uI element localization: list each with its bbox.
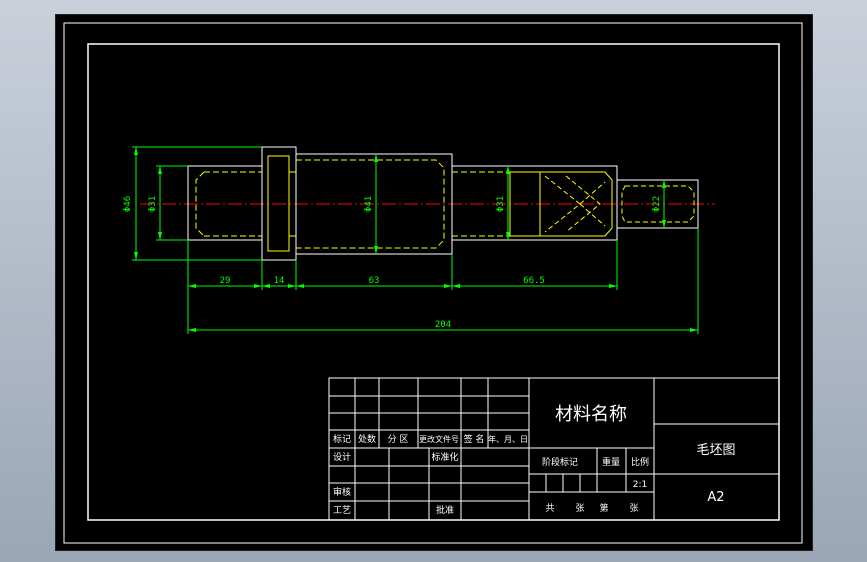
tb-mark: 标记: [333, 433, 351, 445]
tb-signature: 签 名: [464, 433, 485, 445]
tb-material-name: 材料名称: [555, 404, 627, 425]
dim-text-d22: Φ22: [652, 196, 662, 212]
tb-sheets-unit: 张: [575, 503, 584, 514]
sheet-frame: [63, 22, 803, 544]
tb-stage-mark: 阶段标记: [542, 456, 578, 468]
dim-text-len3: 63: [369, 276, 380, 286]
dim-text-d31: Φ31: [148, 196, 158, 212]
dim-text-d41: Φ41: [364, 196, 374, 212]
tb-sheet-no: 第: [599, 502, 608, 514]
tb-zone: 分 区: [388, 434, 409, 445]
tb-change-doc: 更改文件号: [419, 434, 459, 444]
tb-date: 年、月、日: [488, 434, 528, 444]
dim-text-len1: 29: [220, 276, 231, 286]
dim-text-len4: 66.5: [523, 276, 545, 286]
tb-sheet-size: A2: [707, 490, 724, 505]
tb-standardize: 标准化: [431, 451, 458, 463]
dimension-text: Φ46 Φ31 Φ41 Φ31 Φ22 29 14 63 66.5 204: [123, 196, 662, 330]
tb-review: 审核: [333, 486, 351, 498]
tb-ratio: 比例: [631, 456, 649, 468]
dim-text-total: 204: [435, 320, 451, 330]
outer-border: [63, 22, 803, 544]
tb-count: 处数: [358, 433, 376, 445]
shaft-section-right: [451, 165, 618, 241]
tb-weight: 重量: [602, 456, 620, 468]
tb-approve: 批准: [436, 504, 454, 516]
cad-drawing: Φ46 Φ31 Φ41 Φ31 Φ22 29 14 63 66.5 204 标记…: [63, 22, 803, 544]
tb-design: 设计: [333, 451, 351, 463]
tb-process: 工艺: [333, 505, 351, 516]
tb-sheets-total: 共: [545, 503, 554, 514]
dim-text-d31-right: Φ31: [496, 196, 506, 212]
dim-text-len2: 14: [274, 276, 285, 286]
title-block-text: 标记 处数 分 区 更改文件号 签 名 年、月、日 设计 标准化 审核 工艺 批…: [333, 404, 736, 516]
tb-sheet-unit2: 张: [629, 503, 638, 514]
tb-scale: 2:1: [633, 480, 647, 490]
inner-border: [87, 43, 780, 521]
tb-drawing-name: 毛坯图: [696, 443, 735, 458]
shaft-section-left: [187, 165, 263, 241]
dim-text-d46: Φ46: [123, 196, 133, 212]
